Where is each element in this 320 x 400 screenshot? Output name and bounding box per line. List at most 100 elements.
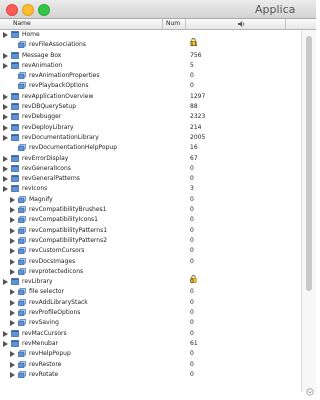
disclosure-triangle-icon[interactable] bbox=[3, 93, 8, 100]
disclosure-triangle-icon[interactable] bbox=[10, 320, 15, 327]
tree-row[interactable]: revMenubar 61 bbox=[0, 339, 300, 349]
disclosure-triangle-icon[interactable] bbox=[10, 268, 15, 275]
tree-row[interactable]: revDBQuerySetup 88 bbox=[0, 102, 300, 112]
tree-row[interactable]: revDeployLibrary 214 bbox=[0, 123, 300, 133]
disclosure-triangle-icon[interactable] bbox=[3, 52, 8, 59]
tree-row[interactable]: revMacCursors 0 bbox=[0, 329, 300, 339]
speaker-icon bbox=[238, 21, 245, 27]
disclosure-triangle-icon[interactable] bbox=[3, 104, 8, 111]
disclosure-triangle-icon[interactable] bbox=[3, 279, 8, 286]
tree-row[interactable]: revAnimation 5 bbox=[0, 61, 300, 71]
tree-row-num: 61 bbox=[190, 339, 198, 347]
disclosure-triangle-icon[interactable] bbox=[10, 258, 15, 265]
disclosure-triangle-icon[interactable] bbox=[10, 361, 15, 368]
disclosure-triangle-icon[interactable] bbox=[10, 227, 15, 234]
tree-row[interactable]: revErrorDisplay 67 bbox=[0, 154, 300, 164]
tree-row[interactable]: Magnify 0 bbox=[0, 195, 300, 205]
tree-row[interactable]: revApplicationOverview 1297 bbox=[0, 92, 300, 102]
tree-row[interactable]: revDocumentationLibrary 2005 bbox=[0, 133, 300, 143]
tree-row-label: revFileAssociations bbox=[29, 41, 86, 49]
disclosure-triangle-icon[interactable] bbox=[10, 371, 15, 378]
tree-row[interactable]: revDocsImages 0 bbox=[0, 257, 300, 267]
stack-icon bbox=[11, 51, 19, 59]
stack-icon bbox=[11, 31, 19, 38]
vertical-scrollbar[interactable] bbox=[301, 30, 316, 392]
substack-icon bbox=[18, 41, 26, 49]
tree-row[interactable]: file selector 0 bbox=[0, 287, 300, 297]
disclosure-triangle-icon[interactable] bbox=[10, 289, 15, 296]
tree-row[interactable]: revLibrary 0 bbox=[0, 277, 300, 287]
minimize-window-button[interactable] bbox=[22, 4, 34, 16]
substack-icon bbox=[18, 226, 26, 234]
disclosure-triangle-icon[interactable] bbox=[3, 62, 8, 69]
disclosure-triangle-icon[interactable] bbox=[10, 207, 15, 214]
disclosure-triangle-icon[interactable] bbox=[10, 237, 15, 244]
disclosure-triangle-icon[interactable] bbox=[10, 351, 15, 358]
tree-row[interactable]: Home bbox=[0, 30, 300, 46]
tree-row-label: revprotectedicons bbox=[29, 267, 84, 275]
stack-icon bbox=[11, 123, 19, 131]
stack-icon bbox=[11, 185, 19, 193]
tree-row-num: 0 bbox=[190, 175, 194, 183]
tree-row-num: 0 bbox=[190, 72, 194, 80]
tree-row[interactable]: revGeneralIcons 0 bbox=[0, 164, 300, 174]
stack-icon bbox=[11, 113, 19, 121]
tree-row-label: Magnify bbox=[29, 195, 53, 203]
disclosure-triangle-icon[interactable] bbox=[3, 186, 8, 193]
disclosure-triangle-icon[interactable] bbox=[10, 299, 15, 306]
disclosure-triangle-icon[interactable] bbox=[3, 124, 8, 131]
tree-row-num: 0 bbox=[190, 247, 194, 255]
tree-row[interactable]: revCompatibilityIcons1 0 bbox=[0, 215, 300, 225]
close-window-button[interactable] bbox=[6, 4, 18, 16]
substack-icon bbox=[18, 298, 26, 306]
disclosure-triangle-icon[interactable] bbox=[3, 176, 8, 183]
tree-row-label: revCompatibilityIcons1 bbox=[29, 216, 98, 224]
tree-row[interactable]: revCompatibilityBrushes1 0 bbox=[0, 205, 300, 215]
disclosure-triangle-icon[interactable] bbox=[10, 310, 15, 317]
tree-row[interactable]: revDebugger 2323 bbox=[0, 112, 300, 122]
tree-row[interactable]: revPlaybackOptions 0 bbox=[0, 81, 300, 91]
tree-row-label: revIcons bbox=[22, 185, 48, 193]
disclosure-triangle-icon[interactable] bbox=[10, 196, 15, 203]
tree-row[interactable]: revAddLibraryStack 0 bbox=[0, 298, 300, 308]
disclosure-triangle-icon[interactable] bbox=[10, 217, 15, 224]
header-icon-column[interactable] bbox=[186, 19, 286, 29]
disclosure-triangle-icon[interactable] bbox=[3, 165, 8, 172]
tree-row[interactable]: revCompatibilityPatterns1 0 bbox=[0, 226, 300, 236]
tree-row[interactable]: Message Box 756 bbox=[0, 51, 300, 61]
disclosure-triangle-icon[interactable] bbox=[3, 155, 8, 162]
tree-row[interactable]: revHelpPopup 0 bbox=[0, 349, 300, 359]
header-name[interactable]: Name bbox=[0, 19, 163, 29]
tree-row-label: Message Box bbox=[22, 51, 62, 59]
tree-row[interactable]: revFileAssociations 11 bbox=[0, 40, 300, 50]
disclosure-triangle-icon[interactable] bbox=[3, 330, 8, 337]
substack-icon bbox=[18, 82, 26, 90]
tree-row[interactable]: revProfileOptions 0 bbox=[0, 308, 300, 318]
tree-row[interactable]: revDocumentationHelpPopup 16 bbox=[0, 143, 300, 153]
disclosure-triangle-icon[interactable] bbox=[3, 32, 8, 38]
tree-row-num: 11 bbox=[190, 41, 198, 49]
scrollbar-thumb[interactable] bbox=[306, 36, 312, 291]
window-titlebar[interactable]: Applica bbox=[0, 0, 316, 19]
window-title: Applica bbox=[255, 3, 296, 16]
tree-row[interactable]: revSaving 0 bbox=[0, 318, 300, 328]
zoom-window-button[interactable] bbox=[38, 4, 50, 16]
disclosure-triangle-icon[interactable] bbox=[3, 134, 8, 141]
tree-row[interactable]: revprotectedicons bbox=[0, 267, 300, 283]
tree-row[interactable]: revCompatibilityPatterns2 0 bbox=[0, 236, 300, 246]
tree-row[interactable]: revAnimationProperties 0 bbox=[0, 71, 300, 81]
tree-row-num: 0 bbox=[190, 350, 194, 358]
header-num[interactable]: Num bbox=[163, 19, 186, 29]
tree-row-label: revSaving bbox=[29, 319, 59, 327]
tree-row[interactable]: revGeneralPatterns 0 bbox=[0, 174, 300, 184]
tree-row[interactable]: revRestore 0 bbox=[0, 360, 300, 370]
tree-row[interactable]: revCustomCursors 0 bbox=[0, 246, 300, 256]
tree-row-label: revGeneralPatterns bbox=[22, 175, 80, 183]
tree-row[interactable]: revIcons 3 bbox=[0, 184, 300, 194]
tree-row[interactable]: revRotate 0 bbox=[0, 370, 300, 380]
resize-grip-icon[interactable] bbox=[306, 388, 314, 396]
disclosure-triangle-icon[interactable] bbox=[3, 114, 8, 121]
disclosure-triangle-icon[interactable] bbox=[10, 248, 15, 255]
disclosure-triangle-icon[interactable] bbox=[3, 340, 8, 347]
tree-row-label: revDebugger bbox=[22, 113, 62, 121]
